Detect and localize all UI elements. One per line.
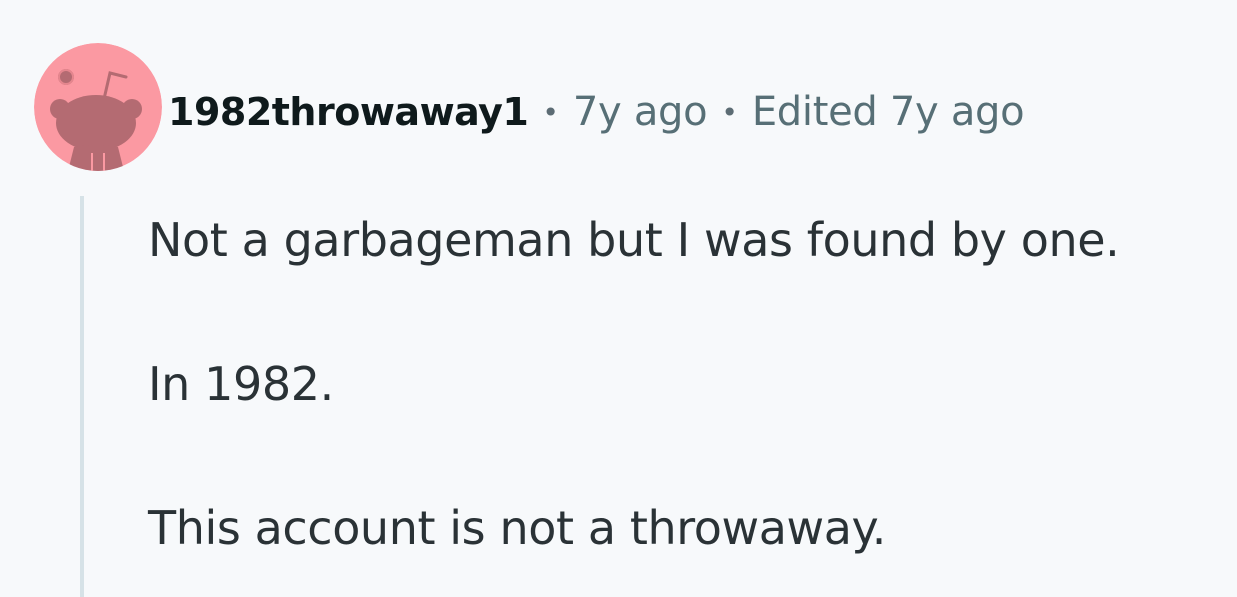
snoo-avatar-icon: [34, 43, 162, 171]
comment-paragraph: This account is not a throwaway.: [148, 501, 886, 555]
user-avatar[interactable]: [34, 43, 162, 171]
comment: 1982throwaway1 • 7y ago • Edited 7y ago …: [0, 0, 1237, 597]
edited-timestamp: Edited 7y ago: [751, 89, 1025, 135]
thread-collapse-line[interactable]: [80, 196, 84, 597]
comment-paragraph: In 1982.: [148, 357, 334, 411]
comment-header: 1982throwaway1 • 7y ago • Edited 7y ago: [168, 86, 1025, 138]
username-link[interactable]: 1982throwaway1: [168, 90, 529, 134]
meta-separator: •: [721, 95, 738, 129]
comment-paragraph: Not a garbageman but I was found by one.: [148, 213, 1120, 267]
meta-separator: •: [542, 95, 559, 129]
post-timestamp[interactable]: 7y ago: [573, 89, 708, 135]
